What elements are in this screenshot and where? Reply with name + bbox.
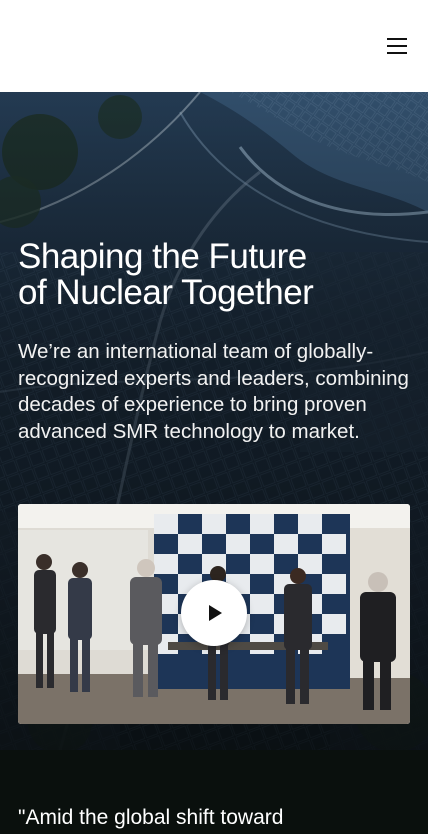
site-header [0, 0, 428, 92]
play-button[interactable] [181, 580, 247, 646]
menu-line [387, 38, 407, 40]
hero-section: Shaping the Future of Nuclear Together W… [0, 92, 428, 750]
play-icon [209, 605, 222, 621]
menu-line [387, 45, 407, 47]
quote-section: "Amid the global shift toward [0, 750, 428, 834]
menu-line [387, 52, 407, 54]
hamburger-menu-icon[interactable] [384, 33, 410, 59]
hero-title: Shaping the Future of Nuclear Together [18, 239, 410, 311]
hero-title-line: of Nuclear Together [18, 273, 314, 312]
video-thumbnail[interactable] [18, 504, 410, 724]
hero-title-line: Shaping the Future [18, 237, 307, 276]
hero-description: We’re an international team of globally-… [18, 340, 409, 443]
quote-text: "Amid the global shift toward [18, 806, 284, 829]
